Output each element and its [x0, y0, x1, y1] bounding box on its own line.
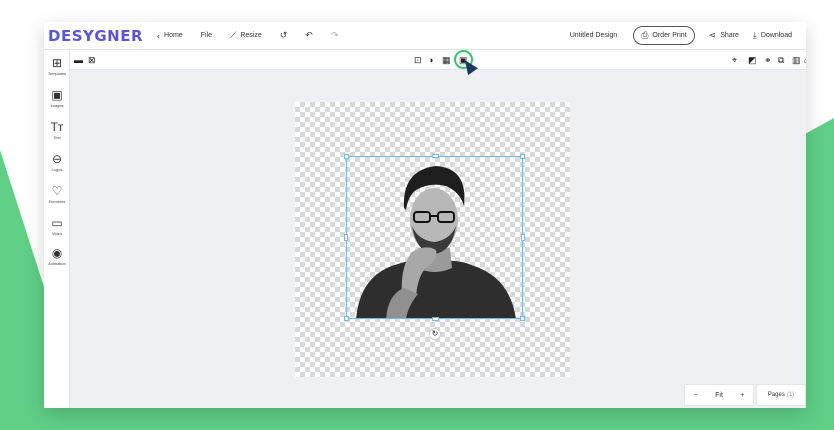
pages-label: Pages — [767, 392, 785, 398]
resize-handle[interactable] — [344, 316, 349, 321]
sidebar-item-video[interactable]: ▭ Video — [44, 216, 70, 236]
redo-button[interactable]: ↷ — [331, 30, 339, 41]
selection-box[interactable] — [346, 156, 523, 319]
share-button[interactable]: ⋖ Share — [709, 30, 739, 41]
resize-handle[interactable] — [344, 154, 349, 159]
chevron-left-icon: ‹ — [157, 30, 161, 41]
undo-icon: ↶ — [305, 30, 313, 40]
crop-icon[interactable]: ⊡ — [414, 54, 422, 66]
top-bar: DESYGNER ‹ Home File ⟋ Resize ↺ ↶ ↷ Unti… — [44, 22, 806, 50]
delete-icon[interactable]: ▥ — [792, 54, 801, 66]
sidebar-notch — [44, 330, 58, 358]
sidebar-notch — [44, 368, 58, 396]
duplicate-icon[interactable]: ⧉ — [778, 54, 784, 66]
resize-handle[interactable] — [344, 234, 348, 241]
sidebar-item-label: Video — [51, 231, 63, 236]
zoom-out-button[interactable]: − — [694, 392, 698, 399]
text-icon: Tт — [50, 120, 64, 134]
share-label: Share — [720, 32, 739, 39]
file-label: File — [200, 32, 212, 39]
undo-button[interactable]: ↶ — [305, 30, 313, 41]
resize-handle[interactable] — [521, 234, 525, 241]
remove-background-icon[interactable]: ⊠ — [88, 54, 96, 66]
logo-icon: ⊖ — [51, 152, 63, 166]
order-print-label: Order Print — [652, 32, 687, 39]
animation-icon: ◉ — [51, 246, 63, 260]
video-icon: ▭ — [51, 216, 63, 230]
pages-button[interactable]: Pages (1) — [756, 384, 806, 406]
resize-handle[interactable] — [520, 316, 525, 321]
file-menu-button[interactable]: File — [201, 32, 212, 39]
heart-icon: ♡ — [51, 184, 63, 198]
rotate-icon[interactable]: ↻ — [429, 328, 441, 340]
order-print-button[interactable]: ⎙ Order Print — [633, 26, 695, 45]
history-button[interactable]: ↺ — [280, 30, 288, 41]
link-icon[interactable]: ⚭ — [764, 54, 772, 66]
image-icon: ▣ — [51, 88, 63, 102]
document-title[interactable]: Untitled Design — [570, 32, 617, 39]
zoom-in-button[interactable]: + — [740, 392, 744, 399]
resize-handle[interactable] — [432, 154, 439, 158]
ruler-icon: ⟋ — [230, 30, 237, 40]
sidebar-item-images[interactable]: ▣ Images — [44, 88, 70, 108]
download-button[interactable]: ⤓ Download — [753, 30, 792, 41]
sidebar-item-label: Elements — [48, 199, 66, 204]
grid-icon: ⊞ — [51, 56, 63, 70]
history-icon: ↺ — [279, 30, 288, 40]
sidebar-item-animation[interactable]: ◉ Animation — [44, 246, 70, 266]
layers-icon[interactable]: ▬ — [74, 54, 83, 66]
resize-handle[interactable] — [520, 154, 525, 159]
sidebar-item-templates[interactable]: ⊞ Templates — [44, 56, 70, 76]
download-icon: ⤓ — [752, 30, 757, 40]
sidebar-item-label: Images — [50, 103, 64, 108]
lock-icon[interactable]: ⌂ — [804, 54, 806, 66]
home-button[interactable]: ‹ Home — [157, 31, 183, 41]
sidebar-item-text[interactable]: Tт Text — [44, 120, 70, 140]
sidebar-item-label: Templates — [47, 71, 67, 76]
download-label: Download — [760, 32, 792, 39]
home-label: Home — [164, 32, 183, 39]
sidebar-item-label: Text — [53, 135, 61, 140]
transparency-grid-icon[interactable]: ▦ — [442, 54, 451, 66]
printer-icon: ⎙ — [641, 30, 649, 40]
resize-button[interactable]: ⟋ Resize — [230, 30, 262, 41]
position-icon[interactable]: ⌖ — [732, 54, 737, 66]
flip-icon[interactable]: ◩ — [748, 54, 757, 66]
zoom-level[interactable]: Fit — [715, 392, 723, 399]
sidebar-item-elements[interactable]: ♡ Elements — [44, 184, 70, 204]
resize-handle[interactable] — [432, 317, 439, 321]
pages-count: (1) — [786, 392, 795, 398]
sidebar-item-label: Animation — [48, 261, 66, 266]
redo-icon: ↷ — [330, 30, 339, 40]
sidebar-item-label: Logos — [51, 167, 63, 172]
app-window: DESYGNER ‹ Home File ⟋ Resize ↺ ↶ ↷ Unti… — [44, 22, 806, 408]
sidebar-item-logos[interactable]: ⊖ Logos — [44, 152, 70, 172]
share-icon: ⋖ — [708, 30, 717, 40]
left-sidebar: ⊞ Templates ▣ Images Tт Text ⊖ Logos ♡ E… — [44, 50, 70, 408]
object-toolbar: ▬ ⊠ ⊡ ◑ ▦ ▣ ⌖ ◩ ⚭ ⧉ ▥ ⌂ — [70, 50, 806, 76]
resize-label: Resize — [240, 32, 262, 39]
contrast-icon[interactable]: ◑ — [428, 54, 433, 66]
zoom-controls: − Fit + — [684, 384, 754, 406]
app-logo[interactable]: DESYGNER — [48, 27, 143, 45]
